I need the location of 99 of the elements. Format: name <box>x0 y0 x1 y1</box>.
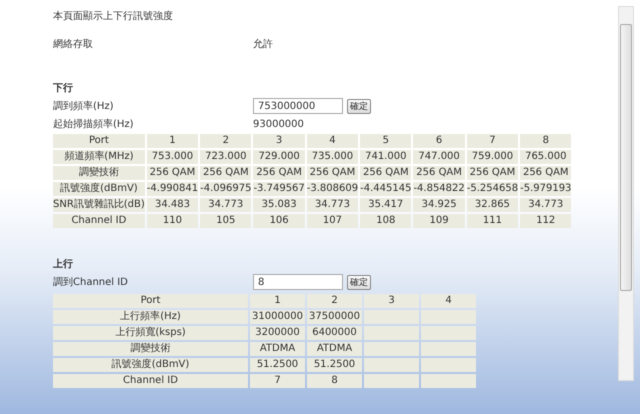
table-cell <box>364 358 419 372</box>
table-cell: 51.2500 <box>250 358 305 372</box>
table-cell: ATDMA <box>250 342 305 356</box>
table-cell: 765.000 <box>520 150 572 164</box>
table-cell: 35.417 <box>360 198 412 212</box>
table-cell: 32.865 <box>466 198 518 212</box>
table-cell: 111 <box>466 214 518 228</box>
table-cell: 34.773 <box>200 198 252 212</box>
column-header: 1 <box>250 294 305 308</box>
table-cell: 31000000 <box>250 310 305 324</box>
field-value: 93000000 <box>253 118 304 130</box>
table-cell: 747.000 <box>413 150 465 164</box>
row-header: 上行頻寬(ksps) <box>53 326 248 340</box>
table-cell: -4.990841 <box>146 182 198 196</box>
table-cell: -4.096975 <box>200 182 252 196</box>
table-cell: 110 <box>146 214 198 228</box>
column-header: 4 <box>306 134 358 148</box>
table-cell: 51.2500 <box>307 358 362 372</box>
page-description: 本頁面顯示上下行訊號強度 <box>53 10 173 23</box>
table-cell: 34.773 <box>306 198 358 212</box>
table-cell: 105 <box>200 214 252 228</box>
table-cell: -4.854822 <box>413 182 465 196</box>
frequency-field[interactable]: 753000000 <box>253 98 343 114</box>
table-cell: 256 QAM <box>413 166 465 180</box>
field-label: 網絡存取 <box>53 38 94 51</box>
scrollbar-thumb[interactable] <box>620 24 632 291</box>
table-cell: 107 <box>306 214 358 228</box>
table-cell: ATDMA <box>307 342 362 356</box>
table-cell <box>421 310 476 324</box>
table-cell: 112 <box>520 214 572 228</box>
table-cell <box>421 358 476 372</box>
scrollbar[interactable] <box>618 6 634 381</box>
column-header: 8 <box>520 134 572 148</box>
table-cell: 106 <box>253 214 305 228</box>
confirm-button[interactable]: 確定 <box>347 274 371 290</box>
table-cell: 256 QAM <box>253 166 305 180</box>
table-cell <box>421 326 476 340</box>
row-header: 頻道頻率(MHz) <box>53 150 145 164</box>
table-cell: 741.000 <box>360 150 412 164</box>
table-cell: -3.749567 <box>253 182 305 196</box>
table-cell <box>421 374 476 388</box>
table-cell: 729.000 <box>253 150 305 164</box>
column-header: 2 <box>307 294 362 308</box>
table-cell: 8 <box>307 374 362 388</box>
table-cell: 723.000 <box>200 150 252 164</box>
confirm-button[interactable]: 確定 <box>347 98 371 114</box>
column-header: 3 <box>364 294 419 308</box>
table-cell: -4.445145 <box>360 182 412 196</box>
table-cell: 34.483 <box>146 198 198 212</box>
field-label: 調到頻率(Hz) <box>53 100 115 113</box>
column-header: Port <box>53 134 145 148</box>
table-cell: 37500000 <box>307 310 362 324</box>
column-header: 6 <box>413 134 465 148</box>
column-header: 1 <box>146 134 198 148</box>
row-header: Channel ID <box>53 214 145 228</box>
table-cell: 256 QAM <box>360 166 412 180</box>
table-cell: 256 QAM <box>306 166 358 180</box>
row-header: 調變技術 <box>53 342 248 356</box>
column-header: Port <box>53 294 248 308</box>
table-cell: 759.000 <box>466 150 518 164</box>
table-cell: -5.979193 <box>520 182 572 196</box>
column-header: 7 <box>466 134 518 148</box>
table-cell: -3.808609 <box>306 182 358 196</box>
field-value: 允許 <box>253 38 273 51</box>
table-cell <box>364 326 419 340</box>
table-cell <box>364 310 419 324</box>
column-header: 5 <box>360 134 412 148</box>
table-cell: 256 QAM <box>200 166 252 180</box>
table-cell <box>364 342 419 356</box>
table-cell <box>421 342 476 356</box>
table-cell <box>364 374 419 388</box>
column-header: 4 <box>421 294 476 308</box>
table-cell: 735.000 <box>306 150 358 164</box>
table-cell: 34.773 <box>520 198 572 212</box>
channel-id-field[interactable]: 8 <box>253 274 343 290</box>
column-header: 3 <box>253 134 305 148</box>
table-cell: 256 QAM <box>520 166 572 180</box>
section-title: 下行 <box>53 82 73 95</box>
table-cell: 7 <box>250 374 305 388</box>
field-label: 調到Channel ID <box>53 276 129 289</box>
row-header: 調變技術 <box>53 166 145 180</box>
column-header: 2 <box>200 134 252 148</box>
table-cell: -5.254658 <box>466 182 518 196</box>
row-header: Channel ID <box>53 374 248 388</box>
section-title: 上行 <box>53 258 73 271</box>
table-cell: 108 <box>360 214 412 228</box>
row-header: 訊號強度(dBmV) <box>53 182 145 196</box>
table-cell: 256 QAM <box>146 166 198 180</box>
table-cell: 3200000 <box>250 326 305 340</box>
row-header: SNR訊號雜訊比(dB) <box>53 198 145 212</box>
row-header: 上行頻率(Hz) <box>53 310 248 324</box>
table-cell: 256 QAM <box>466 166 518 180</box>
table-cell: 109 <box>413 214 465 228</box>
table-cell: 753.000 <box>146 150 198 164</box>
field-label: 起始掃描頻率(Hz) <box>53 118 135 131</box>
table-cell: 6400000 <box>307 326 362 340</box>
row-header: 訊號強度(dBmV) <box>53 358 248 372</box>
table-cell: 34.925 <box>413 198 465 212</box>
table-cell: 35.083 <box>253 198 305 212</box>
